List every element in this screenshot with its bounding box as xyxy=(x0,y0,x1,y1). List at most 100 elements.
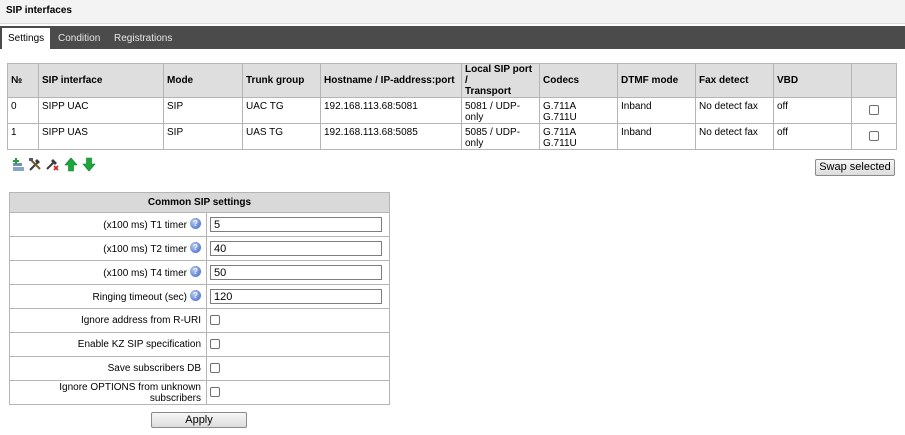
t2-timer-input[interactable] xyxy=(210,241,382,256)
cell-dtmf-mode: Inband xyxy=(617,97,696,124)
kz-spec-label: Enable KZ SIP specification xyxy=(9,332,207,357)
page-title: SIP interfaces xyxy=(6,5,72,16)
t4-timer-value-cell xyxy=(205,260,391,285)
t1-timer-label: (x100 ms) T1 timer xyxy=(103,220,187,231)
col-header-vbd: VBD xyxy=(773,63,852,98)
kz-spec-value-cell xyxy=(205,332,391,357)
cell-codecs: G.711A G.711U xyxy=(539,97,618,124)
col-header-local-port-line1: Local SIP port / xyxy=(465,64,533,87)
ringing-timeout-label-cell: Ringing timeout (sec)? xyxy=(9,284,207,309)
common-settings-title: Common SIP settings xyxy=(8,192,391,213)
cell-hostname: 192.168.113.68:5081 xyxy=(320,97,462,124)
cell-vbd: off xyxy=(773,123,852,150)
cell-select xyxy=(851,123,897,150)
col-header-select xyxy=(851,63,897,98)
codec-secondary: G.711U xyxy=(543,138,577,149)
col-header-dtmf-mode: DTMF mode xyxy=(617,63,696,98)
ringing-timeout-label: Ringing timeout (sec) xyxy=(92,292,187,303)
save-db-label: Save subscribers DB xyxy=(9,356,207,381)
apply-button[interactable]: Apply xyxy=(151,412,247,428)
tab-settings[interactable]: Settings xyxy=(2,28,51,49)
col-header-codecs: Codecs xyxy=(539,63,618,98)
col-header-hostname: Hostname / IP-address:port xyxy=(320,63,462,98)
row-select-checkbox[interactable] xyxy=(869,131,879,142)
ignore-ruri-value-cell xyxy=(205,308,391,333)
help-icon[interactable]: ? xyxy=(190,242,201,253)
ignore-options-label: Ignore OPTIONS from unknown subscribers xyxy=(9,380,207,405)
ringing-timeout-row: Ringing timeout (sec)? xyxy=(9,284,391,309)
common-settings-header-row: Common SIP settings xyxy=(8,192,391,213)
col-header-local-port-line2: Transport xyxy=(465,86,512,97)
tab-bar: Settings Condition Registrations xyxy=(0,26,905,49)
help-icon[interactable]: ? xyxy=(190,266,201,277)
cell-select xyxy=(851,97,897,124)
common-sip-settings-table: Common SIP settings (x100 ms) T1 timer? … xyxy=(8,192,391,405)
page-header: SIP interfaces xyxy=(0,0,905,24)
cell-trunk-group: UAS TG xyxy=(242,123,321,150)
save-db-value-cell xyxy=(205,356,391,381)
ignore-ruri-checkbox[interactable] xyxy=(210,315,220,326)
kz-spec-row: Enable KZ SIP specification xyxy=(9,332,391,357)
delete-icon[interactable] xyxy=(45,157,59,172)
row-select-checkbox[interactable] xyxy=(869,105,879,116)
cell-sip-interface: SIPP UAS xyxy=(38,123,164,150)
t4-timer-input[interactable] xyxy=(210,265,382,280)
cell-local-port: 5085 / UDP-only xyxy=(461,123,540,150)
cell-no: 0 xyxy=(7,97,39,124)
tab-condition[interactable]: Condition xyxy=(52,28,106,49)
codec-primary: G.711A xyxy=(543,101,577,112)
kz-spec-checkbox[interactable] xyxy=(210,339,220,350)
help-icon[interactable]: ? xyxy=(190,218,201,229)
t2-timer-label-cell: (x100 ms) T2 timer? xyxy=(9,236,207,261)
save-db-row: Save subscribers DB xyxy=(9,356,391,381)
t4-timer-row: (x100 ms) T4 timer? xyxy=(9,260,391,285)
move-up-icon[interactable] xyxy=(64,157,78,172)
save-db-checkbox[interactable] xyxy=(210,363,220,374)
cell-fax-detect: No detect fax xyxy=(695,123,774,150)
add-icon[interactable] xyxy=(12,157,26,172)
swap-selected-button[interactable]: Swap selected xyxy=(815,159,895,176)
sip-interfaces-table: № SIP interface Mode Trunk group Hostnam… xyxy=(7,63,897,150)
t1-timer-input[interactable] xyxy=(210,217,382,232)
move-down-icon[interactable] xyxy=(82,157,96,172)
ignore-options-row: Ignore OPTIONS from unknown subscribers xyxy=(9,380,391,405)
cell-hostname: 192.168.113.68:5085 xyxy=(320,123,462,150)
cell-local-port: 5081 / UDP-only xyxy=(461,97,540,124)
t4-timer-label: (x100 ms) T4 timer xyxy=(103,268,187,279)
t2-timer-value-cell xyxy=(205,236,391,261)
t1-timer-row: (x100 ms) T1 timer? xyxy=(9,212,391,237)
cell-dtmf-mode: Inband xyxy=(617,123,696,150)
t2-timer-label: (x100 ms) T2 timer xyxy=(103,244,187,255)
col-header-no: № xyxy=(7,63,39,98)
col-header-mode: Mode xyxy=(163,63,243,98)
codec-secondary: G.711U xyxy=(543,112,577,123)
col-header-local-port: Local SIP port / Transport xyxy=(461,63,540,98)
ignore-ruri-label: Ignore address from R-URI xyxy=(9,308,207,333)
t1-timer-value-cell xyxy=(205,212,391,237)
cell-no: 1 xyxy=(7,123,39,150)
cell-vbd: off xyxy=(773,97,852,124)
cell-sip-interface: SIPP UAC xyxy=(38,97,164,124)
ignore-ruri-row: Ignore address from R-URI xyxy=(9,308,391,333)
codec-primary: G.711A xyxy=(543,127,577,138)
t1-timer-label-cell: (x100 ms) T1 timer? xyxy=(9,212,207,237)
ignore-options-checkbox[interactable] xyxy=(210,387,220,398)
table-row[interactable]: 1 SIPP UAS SIP UAS TG 192.168.113.68:508… xyxy=(7,123,897,150)
cell-mode: SIP xyxy=(163,123,243,150)
tab-registrations[interactable]: Registrations xyxy=(108,28,178,49)
ringing-timeout-value-cell xyxy=(205,284,391,309)
col-header-sip-interface: SIP interface xyxy=(38,63,164,98)
cell-fax-detect: No detect fax xyxy=(695,97,774,124)
t4-timer-label-cell: (x100 ms) T4 timer? xyxy=(9,260,207,285)
table-row[interactable]: 0 SIPP UAC SIP UAC TG 192.168.113.68:508… xyxy=(7,97,897,124)
col-header-fax-detect: Fax detect xyxy=(695,63,774,98)
help-icon[interactable]: ? xyxy=(190,290,201,301)
t2-timer-row: (x100 ms) T2 timer? xyxy=(9,236,391,261)
ringing-timeout-input[interactable] xyxy=(210,289,382,304)
table-header-row: № SIP interface Mode Trunk group Hostnam… xyxy=(7,63,897,98)
ignore-options-value-cell xyxy=(205,380,391,405)
edit-icon[interactable] xyxy=(28,157,42,172)
cell-mode: SIP xyxy=(163,97,243,124)
cell-codecs: G.711A G.711U xyxy=(539,123,618,150)
col-header-trunk-group: Trunk group xyxy=(242,63,321,98)
